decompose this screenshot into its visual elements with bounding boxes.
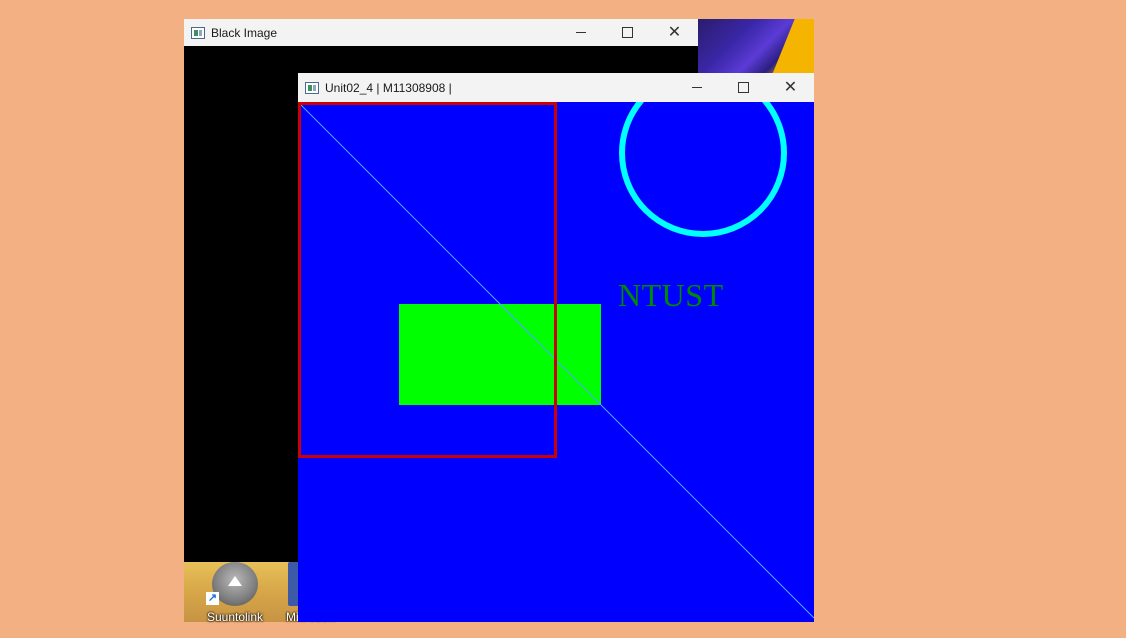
drawing-canvas (298, 102, 814, 619)
maximize-button[interactable] (604, 19, 651, 46)
shortcut-arrow-icon: ↗ (206, 592, 219, 605)
close-icon: ✕ (783, 78, 798, 96)
unit02-canvas: NTUST (298, 102, 814, 619)
minimize-icon (575, 32, 586, 33)
minimize-button[interactable] (673, 74, 720, 101)
maximize-button[interactable] (720, 74, 767, 101)
close-button[interactable]: ✕ (767, 74, 814, 101)
opencv-window-icon (191, 26, 205, 39)
maximize-icon (738, 82, 749, 93)
unit02-window: Unit02_4 | M11308908 | ✕ NTUST (298, 73, 814, 622)
cyan-circle (619, 102, 787, 237)
window-titlebar[interactable]: Unit02_4 | M11308908 | ✕ (298, 73, 814, 102)
close-button[interactable]: ✕ (651, 19, 698, 46)
minimize-button[interactable] (557, 19, 604, 46)
close-icon: ✕ (667, 23, 682, 41)
desktop-wallpaper-corner (697, 19, 814, 75)
minimize-icon (691, 87, 702, 88)
shortcut-label: Suuntolink (206, 610, 264, 624)
ntust-text: NTUST (618, 277, 724, 313)
maximize-icon (622, 27, 633, 38)
opencv-window-icon (305, 81, 319, 94)
window-title: Unit02_4 | M11308908 | (325, 80, 452, 95)
window-titlebar[interactable]: Black Image ✕ (184, 19, 698, 46)
desktop-shortcut-suuntolink[interactable]: ↗ Suuntolink (200, 562, 270, 624)
window-title: Black Image (211, 25, 278, 40)
green-rectangle (399, 304, 601, 405)
